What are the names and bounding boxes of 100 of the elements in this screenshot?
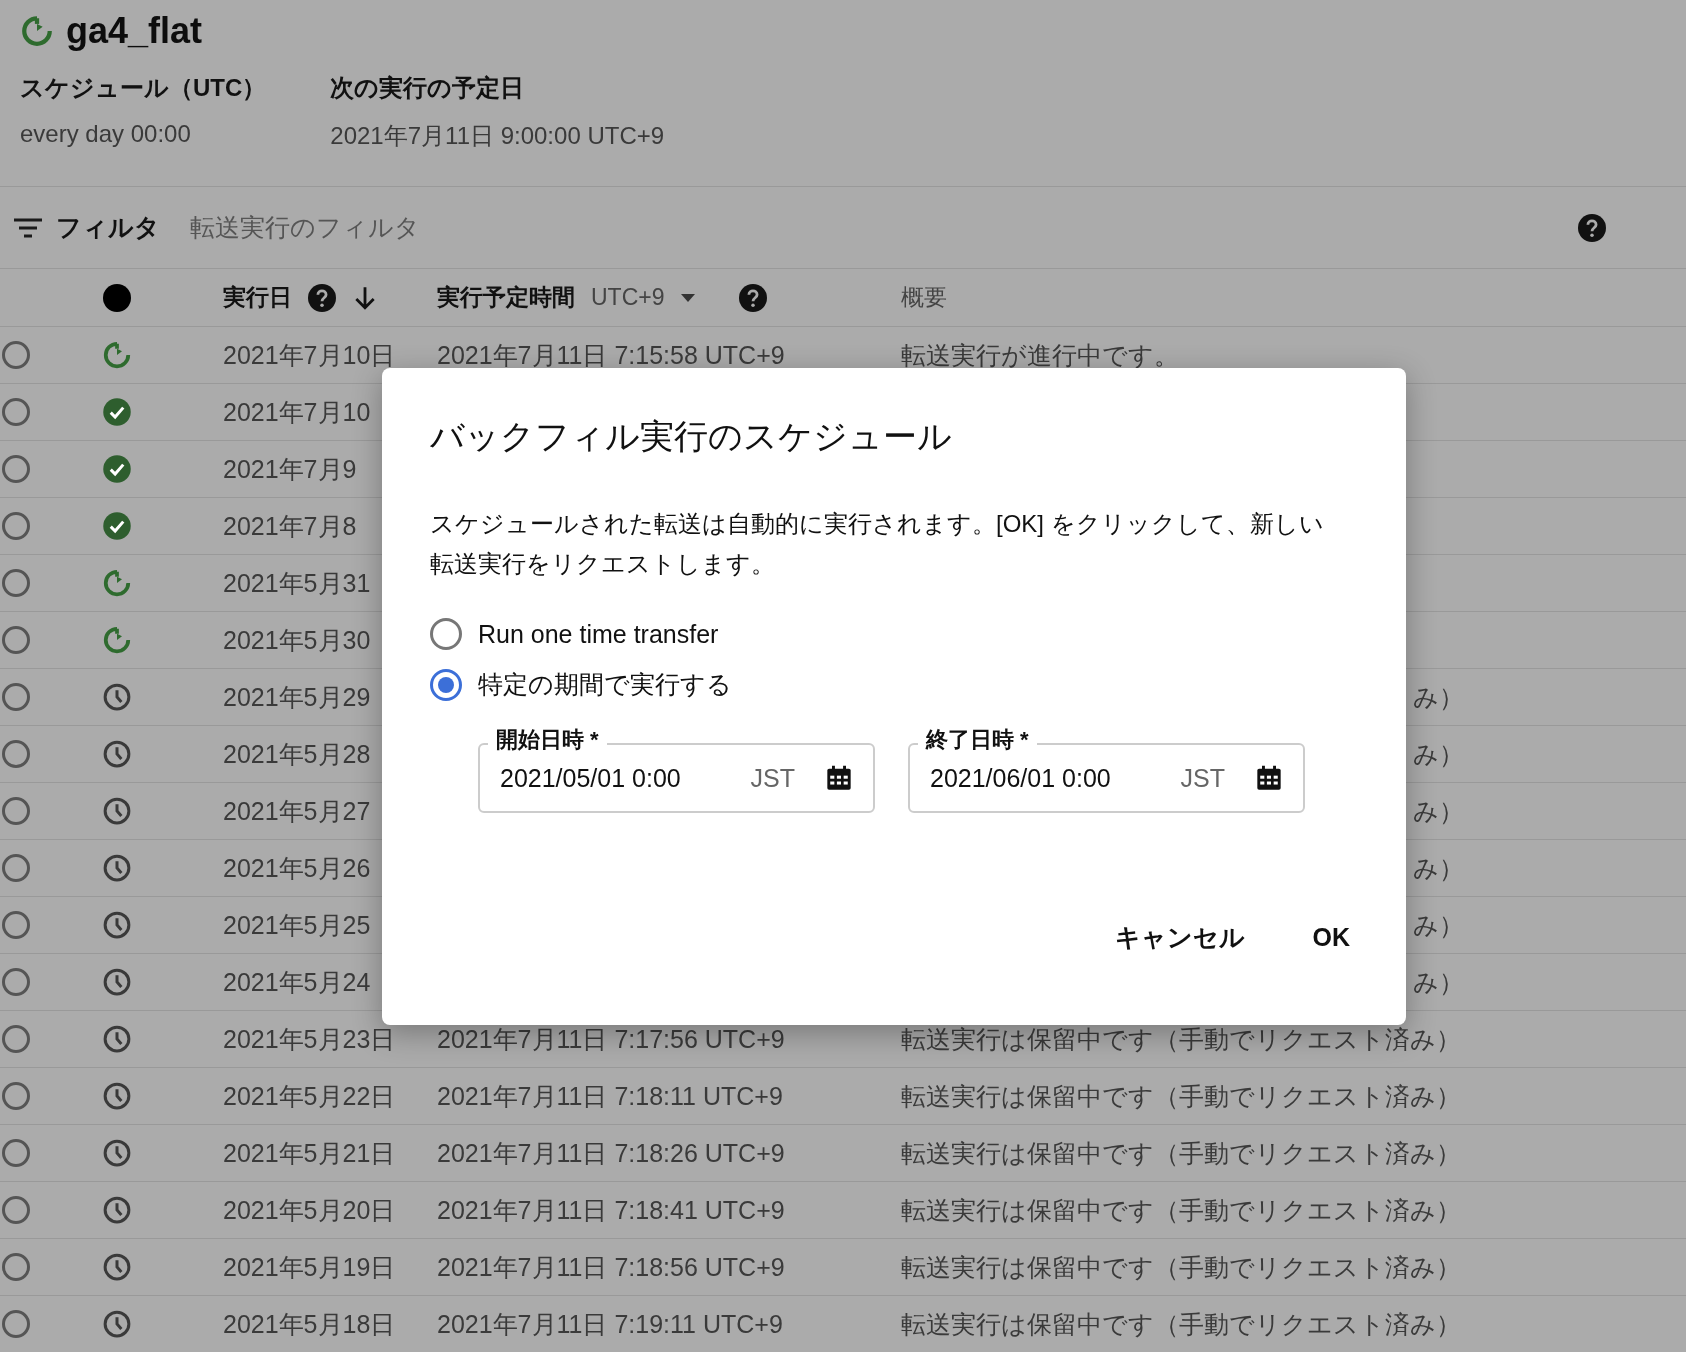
- row-radio[interactable]: [2, 455, 30, 483]
- summary-cell-text: み）: [1413, 909, 1464, 941]
- clock-icon: [102, 1138, 132, 1168]
- date-cell: 2021年5月19日: [223, 1252, 396, 1281]
- date-cell: 2021年5月29: [223, 682, 371, 711]
- row-radio[interactable]: [2, 398, 30, 426]
- filter-label: フィルタ: [56, 212, 160, 243]
- summary-cell-text: 転送実行が進行中です。: [901, 339, 1179, 371]
- next-run-label: 次の実行の予定日: [330, 73, 526, 103]
- time-cell: 2021年7月11日 7:18:56 UTC+9: [437, 1252, 785, 1281]
- row-radio[interactable]: [2, 1025, 30, 1053]
- clock-icon: [102, 1252, 132, 1282]
- date-cell: 2021年5月21日: [223, 1138, 396, 1167]
- timezone-dropdown[interactable]: UTC+9: [591, 284, 665, 311]
- clock-icon: [102, 1024, 132, 1054]
- time-cell: 2021年7月11日 7:18:11 UTC+9: [437, 1081, 783, 1110]
- dialog-button[interactable]: キャンセル: [1098, 913, 1261, 962]
- clock-icon: [102, 1309, 132, 1339]
- row-radio[interactable]: [2, 1082, 30, 1110]
- row-radio[interactable]: [2, 854, 30, 882]
- date-cell: 2021年5月27: [223, 796, 371, 825]
- date-cell: 2021年7月9: [223, 454, 357, 483]
- row-radio[interactable]: [2, 683, 30, 711]
- column-header[interactable]: 実行日: [223, 282, 292, 313]
- summary-cell-text: 転送実行は保留中です（手動でリクエスト済み）: [901, 1308, 1461, 1340]
- clock-icon: [102, 910, 132, 940]
- clock-icon: [102, 1081, 132, 1111]
- dialog-title: バックフィル実行のスケジュール: [430, 416, 953, 457]
- help-icon[interactable]: [1578, 213, 1606, 242]
- row-radio[interactable]: [2, 1196, 30, 1224]
- row-radio[interactable]: [2, 341, 30, 369]
- check-circle-icon: [102, 397, 132, 427]
- help-icon[interactable]: [738, 283, 767, 312]
- date-cell: 2021年5月22日: [223, 1081, 396, 1110]
- time-cell: 2021年7月11日 7:19:11 UTC+9: [437, 1309, 783, 1338]
- time-cell: 2021年7月11日 7:17:56 UTC+9: [437, 1024, 785, 1053]
- field-value: 2021/06/01 0:00: [930, 763, 1112, 793]
- timezone-label: JST: [1180, 763, 1225, 793]
- help-icon[interactable]: [308, 283, 336, 312]
- row-radio[interactable]: [2, 512, 30, 540]
- row-radio[interactable]: [2, 1139, 30, 1167]
- time-cell: 2021年7月11日 7:18:41 UTC+9: [437, 1195, 785, 1224]
- progress-icon: [102, 625, 132, 655]
- row-radio[interactable]: [2, 968, 30, 996]
- check-circle-icon: [102, 511, 132, 541]
- schedule-label: スケジュール（UTC）: [20, 73, 267, 103]
- caret-icon[interactable]: [680, 293, 695, 302]
- clock-icon: [102, 739, 132, 769]
- summary-cell-text: 転送実行は保留中です（手動でリクエスト済み）: [901, 1137, 1461, 1169]
- date-cell: 2021年5月31: [223, 568, 371, 597]
- schedule-value: every day 00:00: [20, 120, 192, 148]
- row-radio[interactable]: [2, 797, 30, 825]
- progress-icon: [20, 14, 54, 48]
- summary-cell-text: 転送実行は保留中です（手動でリクエスト済み）: [901, 1023, 1461, 1055]
- row-radio[interactable]: [2, 626, 30, 654]
- dialog-button[interactable]: OK: [1296, 913, 1366, 962]
- option-label[interactable]: Run one time transfer: [478, 619, 719, 649]
- time-cell: 2021年7月11日 7:15:58 UTC+9: [437, 340, 785, 369]
- next-run-value: 2021年7月11日 9:00:00 UTC+9: [330, 121, 665, 151]
- summary-cell-text: 転送実行は保留中です（手動でリクエスト済み）: [901, 1080, 1461, 1112]
- date-cell: 2021年5月24: [223, 967, 371, 996]
- summary-cell-text: み）: [1413, 852, 1464, 884]
- option-label[interactable]: 特定の期間で実行する: [478, 668, 732, 701]
- summary-cell-text: み）: [1413, 966, 1464, 998]
- column-header[interactable]: 実行予定時間: [437, 282, 575, 313]
- filter-field[interactable]: 転送実行のフィルタ: [188, 212, 1578, 243]
- summary-cell-text: み）: [1413, 681, 1464, 713]
- row-radio[interactable]: [2, 1310, 30, 1338]
- clock-icon: [102, 853, 132, 883]
- column-header: 概要: [901, 283, 947, 312]
- date-cell: 2021年5月30: [223, 625, 371, 654]
- summary-cell-text: 転送実行は保留中です（手動でリクエスト済み）: [901, 1251, 1461, 1283]
- progress-icon: [102, 340, 132, 370]
- dialog-message: スケジュールされた転送は自動的に実行されます。[OK] をクリックして、新しい転送実行をリクエストします。: [430, 509, 1325, 579]
- calendar-icon[interactable]: [825, 764, 853, 792]
- clock-icon: [102, 1195, 132, 1225]
- summary-cell-text: 転送実行は保留中です（手動でリクエスト済み）: [901, 1194, 1461, 1226]
- timezone-label: JST: [750, 763, 795, 793]
- row-radio[interactable]: [2, 911, 30, 939]
- date-cell: 2021年5月18日: [223, 1309, 396, 1338]
- date-cell: 2021年7月10: [223, 397, 371, 426]
- time-cell: 2021年7月11日 7:18:26 UTC+9: [437, 1138, 785, 1167]
- radio-button[interactable]: [430, 618, 462, 650]
- row-radio[interactable]: [2, 569, 30, 597]
- clock-icon: [102, 967, 132, 997]
- date-cell: 2021年5月28: [223, 739, 371, 768]
- date-cell: 2021年5月20日: [223, 1195, 396, 1224]
- date-cell: 2021年5月25: [223, 910, 371, 939]
- summary-cell-text: み）: [1413, 795, 1464, 827]
- calendar-icon[interactable]: [1255, 764, 1283, 792]
- transfer-title: ga4_flat: [66, 10, 203, 52]
- date-cell: 2021年7月10日: [223, 340, 396, 369]
- row-radio[interactable]: [2, 740, 30, 768]
- date-cell: 2021年7月8: [223, 511, 357, 540]
- row-radio[interactable]: [2, 1253, 30, 1281]
- clock-icon: [102, 682, 132, 712]
- radio-button[interactable]: [430, 668, 462, 701]
- filter-icon[interactable]: [14, 217, 42, 238]
- progress-icon: [102, 568, 132, 598]
- date-cell: 2021年5月26: [223, 853, 371, 882]
